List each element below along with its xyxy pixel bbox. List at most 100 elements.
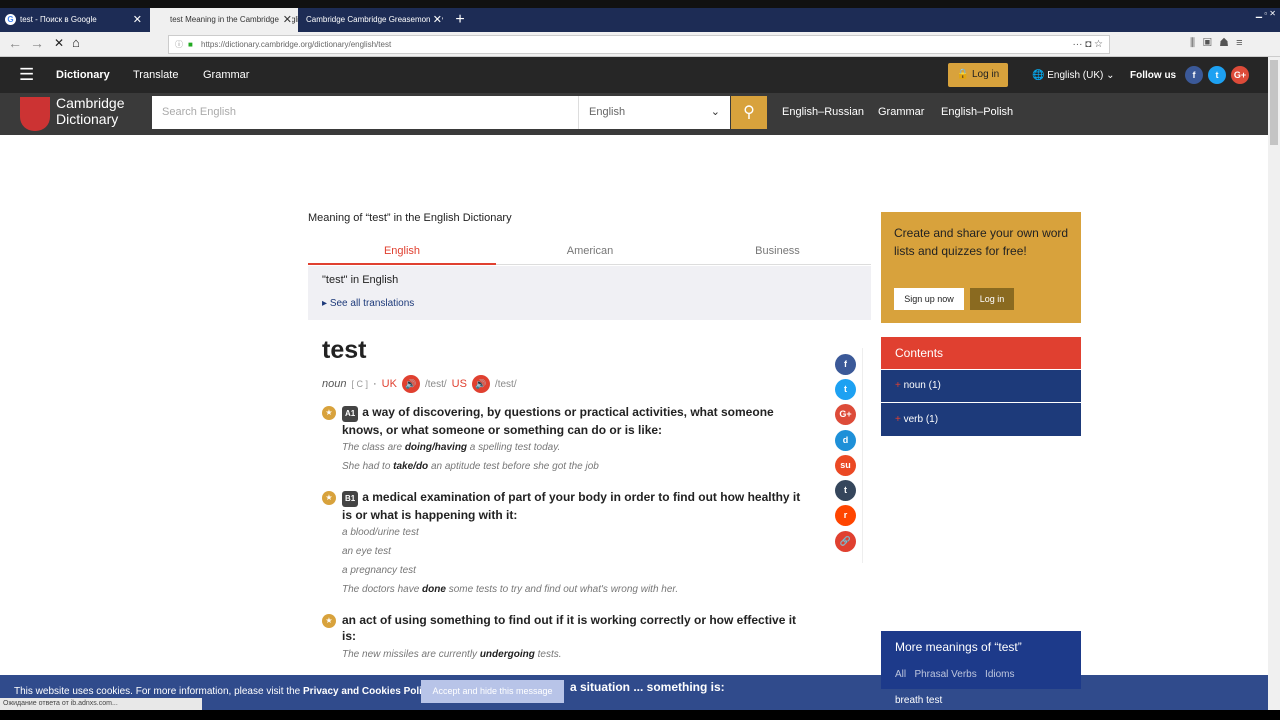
search-button[interactable]: ⚲	[731, 96, 767, 129]
info-icon: ⓘ	[175, 40, 183, 49]
browser-tab-bar: Gtest - Поиск в Google ✕ test Meaning in …	[0, 0, 1280, 32]
grammar-label: [ C ]	[351, 379, 368, 389]
plus-icon: +	[895, 380, 904, 391]
tab-english[interactable]: English	[308, 245, 496, 265]
language-selector[interactable]: 🌐 English (UK) ⌄	[1032, 70, 1115, 81]
more-meaning-item[interactable]: breath test	[895, 695, 942, 706]
contents-item-noun[interactable]: + noun (1)	[881, 370, 1081, 402]
link-english-polish[interactable]: English–Polish	[941, 106, 1013, 118]
tab-google[interactable]: Gtest - Поиск в Google ✕	[0, 8, 148, 32]
link-english-russian[interactable]: English–Russian	[782, 106, 864, 118]
part-of-speech: noun	[322, 378, 347, 390]
page-actions-icon[interactable]: ··· ◘ ☆	[1072, 36, 1103, 53]
google-icon: G	[5, 14, 16, 25]
in-english-label: "test" in English	[322, 274, 399, 286]
url-bar[interactable]: ⓘ ■ https://dictionary.cambridge.org/dicti…	[168, 35, 1110, 54]
example-bold: done	[422, 584, 446, 595]
example-text: The class are	[342, 442, 405, 453]
status-bar: Ожидание ответа от ib.adnxs.com...	[0, 698, 202, 710]
pron-us: /test/	[494, 378, 517, 390]
example: She had to take/do an aptitude test befo…	[342, 461, 599, 472]
uk-label: UK	[381, 378, 397, 390]
example-text: The doctors have	[342, 584, 423, 595]
close-tab-icon[interactable]: ✕	[429, 8, 442, 32]
menu-icon[interactable]: ☰	[19, 65, 34, 85]
tab-american[interactable]: American	[496, 245, 684, 257]
example-bold: undergoing	[479, 649, 535, 660]
google-plus-share-icon[interactable]: G+	[835, 404, 856, 425]
back-icon[interactable]: ←	[8, 35, 22, 51]
see-all-translations-link[interactable]: ▸ See all translations	[322, 298, 414, 309]
close-tab-icon[interactable]: ✕	[279, 8, 292, 32]
star-icon[interactable]: ★	[322, 614, 336, 628]
sidebar-login-button[interactable]: Log in	[970, 288, 1014, 310]
google-plus-icon[interactable]: G+	[1231, 66, 1249, 84]
reddit-share-icon[interactable]: r	[835, 505, 856, 526]
pronunciation-line: noun[ C ] · UK 🔊/test/ US 🔊/test/	[322, 375, 517, 393]
twitter-icon[interactable]: t	[1208, 66, 1226, 84]
level-badge: B1	[342, 491, 359, 507]
tab-cambridge[interactable]: test Meaning in the Cambridge English Di…	[150, 8, 298, 32]
tab-greasemonkey[interactable]: Cambridge Cambridge Greasemonkey ✕	[300, 8, 448, 32]
audio-uk-icon[interactable]: 🔊	[401, 375, 420, 393]
stumbleupon-share-icon[interactable]: su	[835, 455, 856, 476]
close-tab-icon[interactable]: ✕	[133, 8, 142, 32]
audio-us-icon[interactable]: 🔊	[471, 375, 490, 393]
follow-us-label: Follow us	[1130, 70, 1177, 81]
level-badge: A1	[342, 406, 359, 422]
cookie-text: This website uses cookies. For more info…	[14, 686, 434, 697]
tumblr-share-icon[interactable]: t	[835, 480, 856, 501]
tab-business[interactable]: Business	[684, 245, 871, 257]
chevron-down-icon: ⌄	[710, 106, 720, 118]
scrollbar-thumb[interactable]	[1270, 60, 1278, 145]
login-button[interactable]: 🔒 Log in	[948, 63, 1008, 87]
example-text: The new missiles are currently	[342, 649, 480, 660]
translations-panel: "test" in English ▸ See all translations	[308, 266, 871, 320]
link-share-icon[interactable]: 🔗	[835, 531, 856, 552]
delicious-share-icon[interactable]: d	[835, 430, 856, 451]
home-icon[interactable]: ⌂	[72, 35, 80, 50]
sense-definition: A1 a way of discovering, by questions or …	[342, 404, 812, 438]
definition-text: a way of discovering, by questions or pr…	[342, 405, 774, 437]
meaning-title: Meaning of “test” in the English Diction…	[308, 212, 512, 224]
example-text: some tests to try and find out what's wr…	[445, 584, 679, 595]
privacy-policy-link[interactable]: Privacy and Cookies Policy	[303, 686, 433, 697]
pron-uk: /test/	[424, 378, 447, 390]
screen-bottom	[0, 710, 1280, 720]
nav-grammar[interactable]: Grammar	[203, 69, 249, 81]
new-tab-button[interactable]: +	[450, 8, 470, 32]
link-grammar[interactable]: Grammar	[878, 106, 924, 118]
example: The new missiles are currently undergoin…	[342, 649, 562, 660]
example-text: tests.	[534, 649, 562, 660]
definition-text: a medical examination of part of your bo…	[342, 490, 801, 522]
example: a blood/urine test	[342, 527, 419, 538]
sense-definition: an act of using something to find out if…	[342, 613, 797, 643]
signup-button[interactable]: Sign up now	[894, 288, 964, 310]
facebook-share-icon[interactable]: f	[835, 354, 856, 375]
logo-text[interactable]: Cambridge Dictionary	[56, 95, 136, 127]
sense-definition-partial: a situation ... something is:	[570, 680, 725, 694]
example-text: She had to	[342, 461, 394, 472]
scrollbar[interactable]	[1268, 57, 1280, 710]
search-icon: ⚲	[743, 104, 755, 121]
forward-icon[interactable]: →	[30, 35, 44, 51]
more-meanings-tabs[interactable]: All Phrasal Verbs Idioms	[895, 669, 1015, 680]
sense-definition: B1 a medical examination of part of your …	[342, 489, 812, 523]
contents-title: Contents	[881, 337, 1081, 369]
facebook-icon[interactable]: f	[1185, 66, 1203, 84]
search-input[interactable]: Search English	[152, 96, 578, 129]
nav-translate[interactable]: Translate	[133, 69, 178, 81]
accept-cookies-button[interactable]: Accept and hide this message	[421, 680, 564, 703]
toolbar-icons[interactable]: ⫼▣☗≡	[1190, 37, 1251, 50]
dictionary-select[interactable]: English ⌄	[578, 96, 730, 129]
window-controls[interactable]: ▁ ▫ ✕	[1256, 9, 1276, 18]
star-icon[interactable]: ★	[322, 491, 336, 505]
star-icon[interactable]: ★	[322, 406, 336, 420]
contents-item-verb[interactable]: + verb (1)	[881, 403, 1081, 436]
nav-dictionary[interactable]: Dictionary	[56, 69, 110, 81]
more-meanings-title: More meanings of “test”	[895, 640, 1022, 654]
dictionary-tabs: English American Business	[308, 245, 871, 265]
example-bold: take/do	[393, 461, 429, 472]
stop-icon[interactable]: ✕	[54, 36, 64, 50]
twitter-share-icon[interactable]: t	[835, 379, 856, 400]
